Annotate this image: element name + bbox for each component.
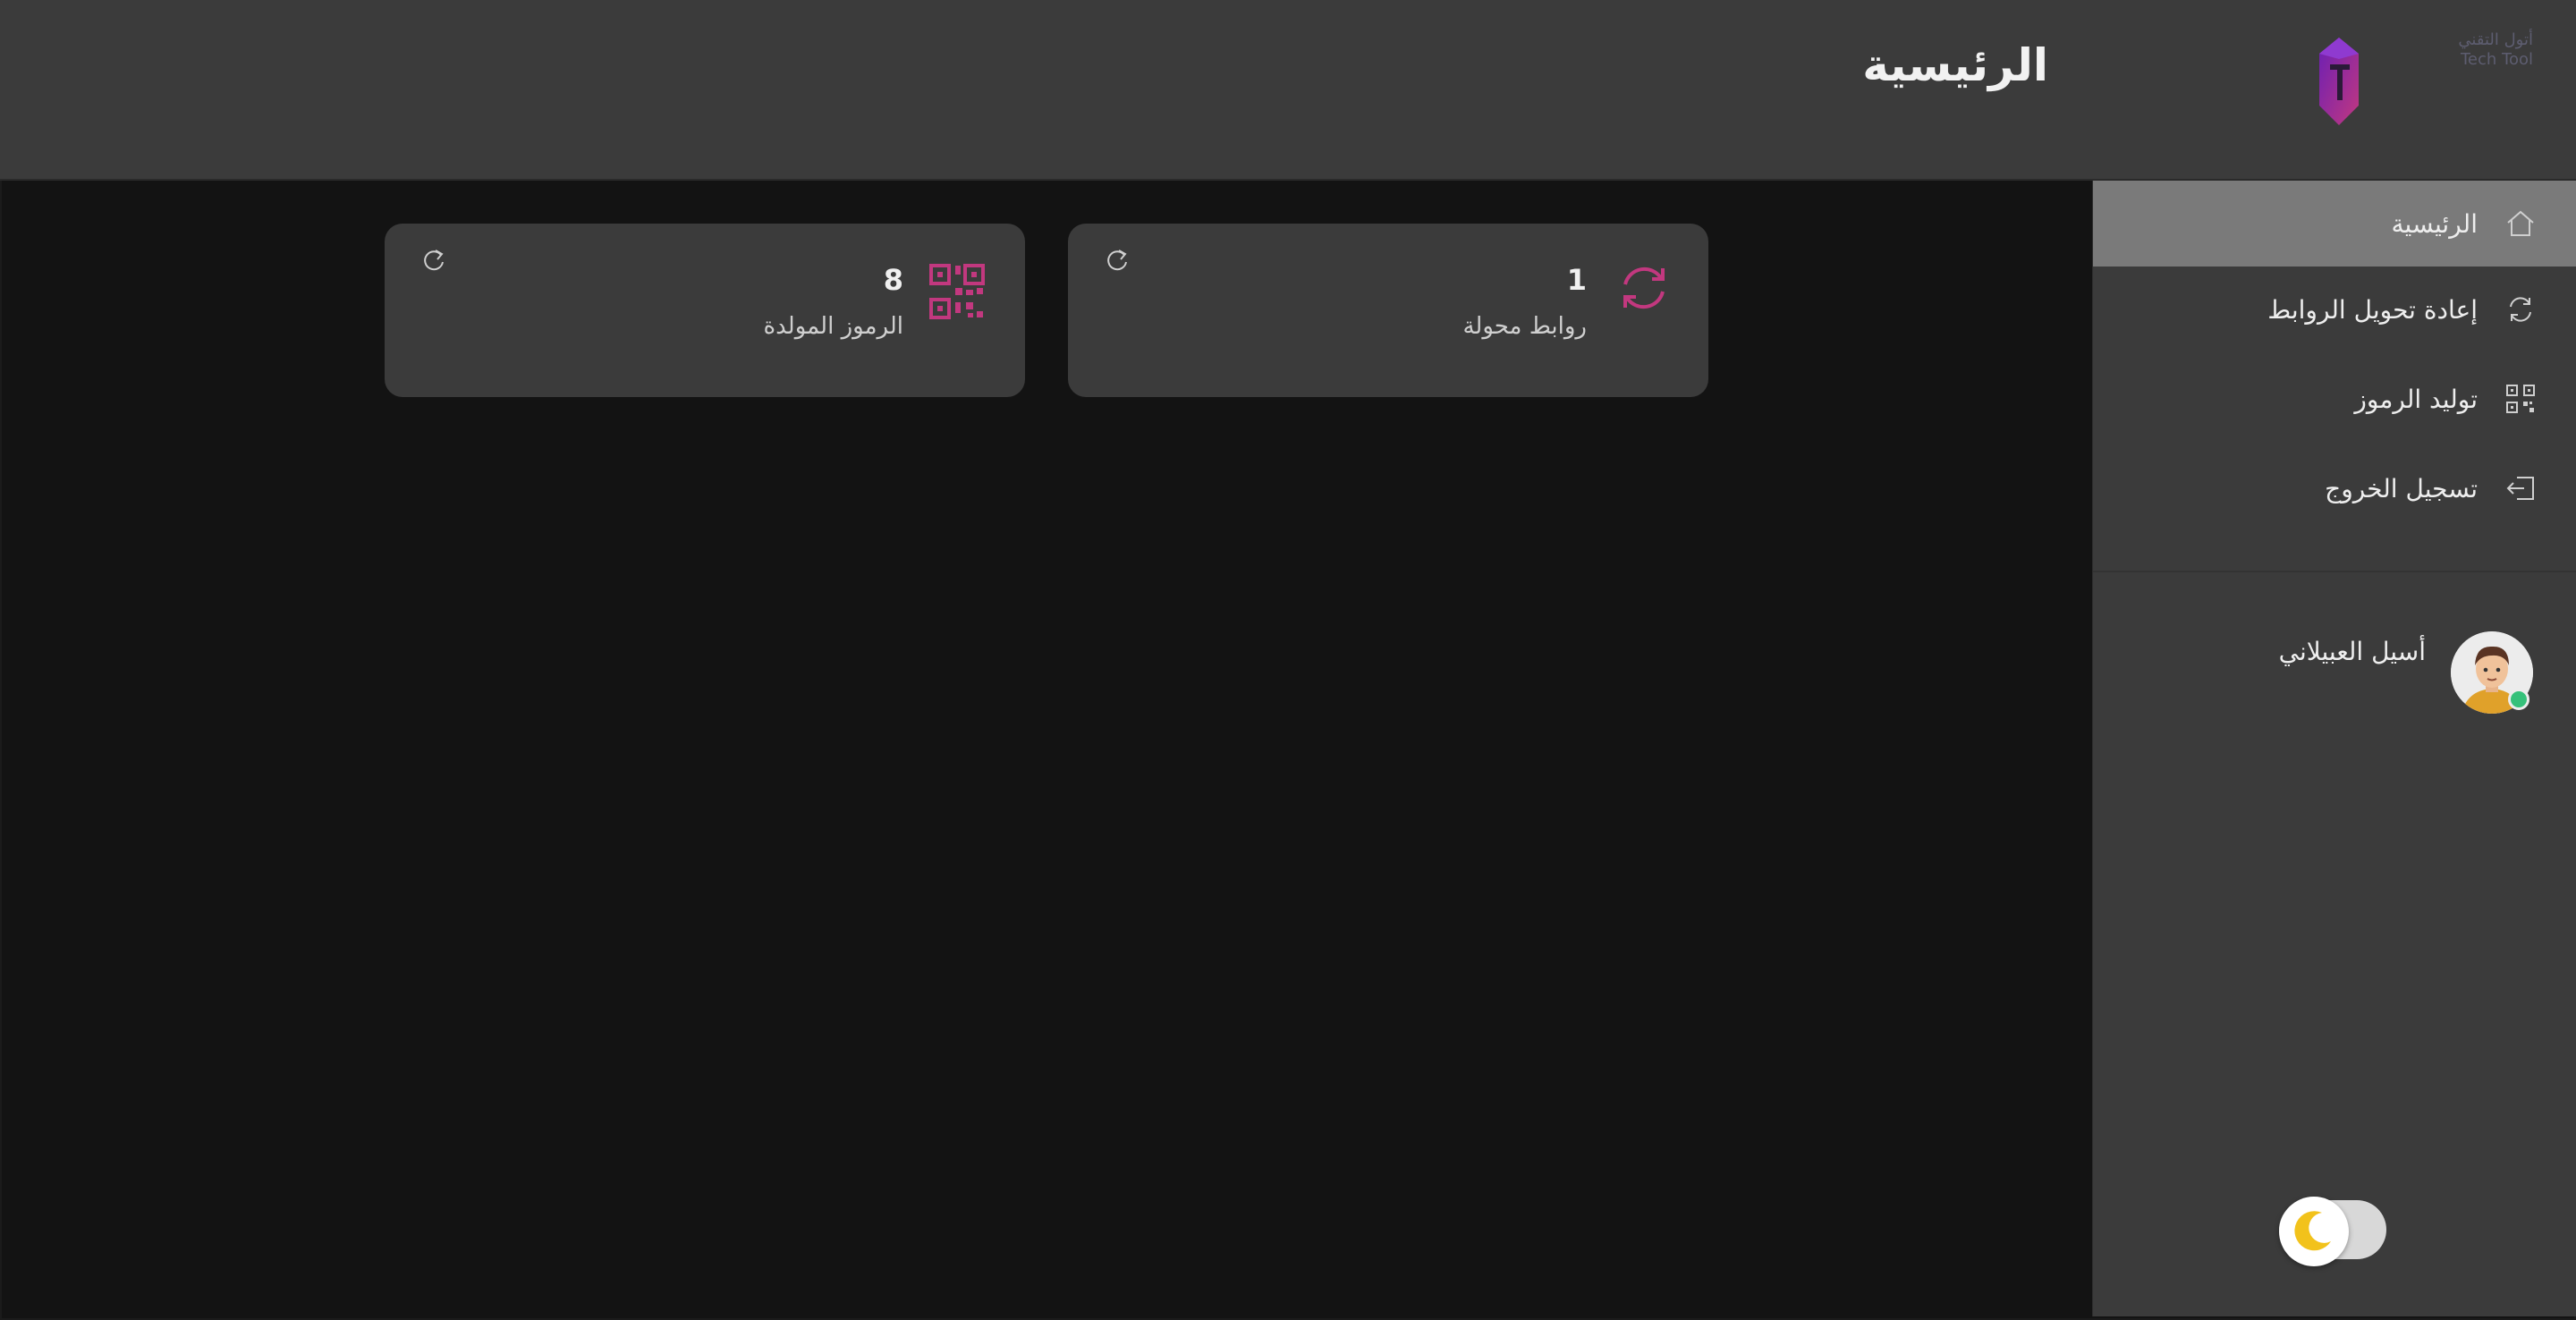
- crystal-logo-icon: [2319, 38, 2359, 125]
- logo-text-ar: أتول التقني: [2458, 30, 2533, 49]
- sidebar: الرئيسية إعادة تحويل الروابط توليد الرمو…: [2092, 181, 2576, 1316]
- sidebar-item-label: توليد الرموز: [2354, 384, 2478, 414]
- sync-icon: [1623, 267, 1665, 309]
- page-title: الرئيسية: [1862, 39, 2048, 91]
- logo-text: أتول التقني Tech Tool: [2458, 30, 2533, 70]
- theme-toggle[interactable]: [2279, 1197, 2386, 1266]
- qr-code-icon: [929, 264, 985, 319]
- online-status-dot: [2508, 689, 2529, 710]
- sidebar-item-label: إعادة تحويل الروابط: [2267, 294, 2478, 325]
- refresh-icon[interactable]: [420, 247, 447, 274]
- card-label: روابط محولة: [1462, 313, 1587, 340]
- sidebar-item-generate-codes[interactable]: توليد الرموز: [2093, 356, 2576, 442]
- qr-code-icon: [2506, 385, 2535, 413]
- stat-card-generated-codes: 8 الرموز المولدة: [385, 224, 1025, 397]
- moon-icon: [2294, 1211, 2331, 1251]
- sidebar-item-label: الرئيسية: [2391, 208, 2478, 239]
- toggle-knob[interactable]: [2279, 1197, 2349, 1266]
- refresh-icon[interactable]: [1104, 247, 1131, 274]
- card-value: 1: [1566, 263, 1587, 297]
- user-name: أسيل العبيلاني: [2278, 637, 2426, 666]
- card-value: 8: [883, 263, 903, 297]
- sidebar-item-label: تسجيل الخروج: [2325, 473, 2478, 503]
- stat-card-converted-links: 1 روابط محولة: [1068, 224, 1708, 397]
- card-label: الرموز المولدة: [763, 313, 903, 340]
- sidebar-divider: [2093, 571, 2576, 572]
- logout-icon: [2506, 477, 2534, 500]
- sidebar-item-home[interactable]: الرئيسية: [2093, 181, 2576, 267]
- sync-icon: [2510, 297, 2531, 322]
- top-header: الرئيسية أتول التقني Tech Tool: [0, 0, 2576, 181]
- home-icon: [2507, 210, 2534, 236]
- sidebar-item-relink[interactable]: إعادة تحويل الروابط: [2093, 267, 2576, 352]
- logo-text-en: Tech Tool: [2461, 50, 2533, 69]
- sidebar-item-logout[interactable]: تسجيل الخروج: [2093, 445, 2576, 531]
